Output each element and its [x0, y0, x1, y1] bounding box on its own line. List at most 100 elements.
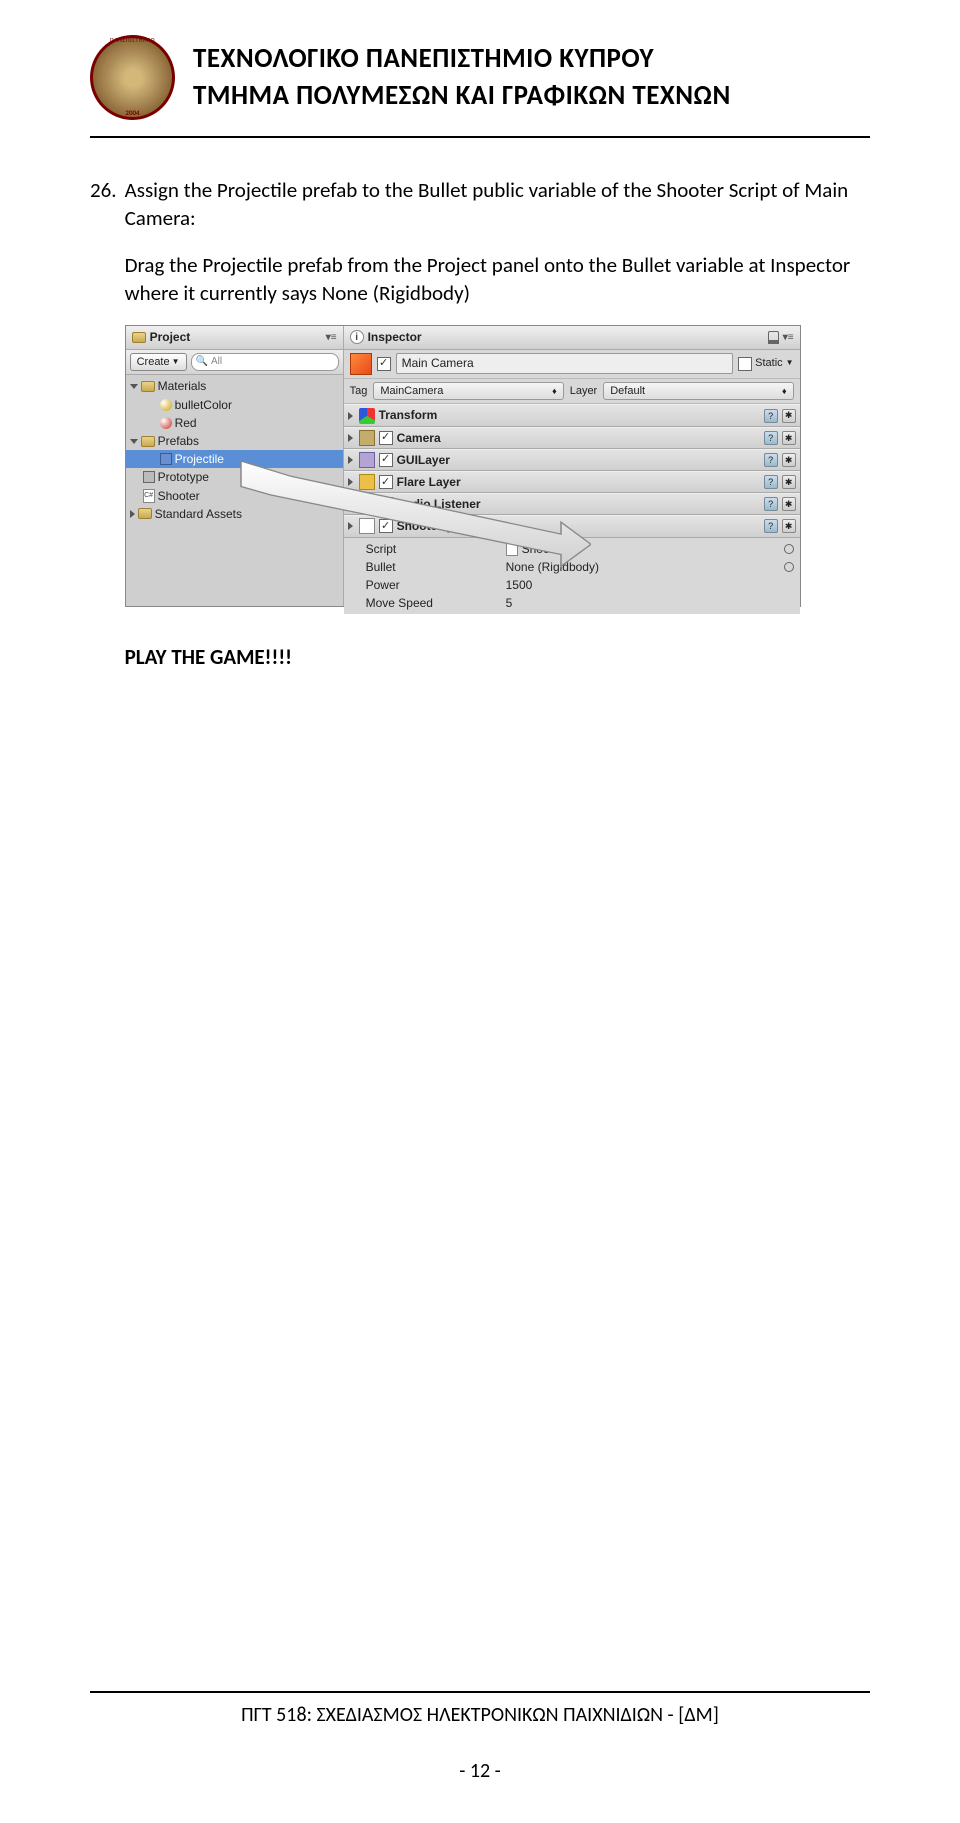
- gear-icon[interactable]: ✱: [782, 409, 796, 423]
- field-value[interactable]: Shooter: [506, 541, 794, 557]
- expand-arrow-icon[interactable]: [348, 522, 353, 530]
- expand-arrow-icon[interactable]: [348, 412, 353, 420]
- gear-icon[interactable]: ✱: [782, 453, 796, 467]
- project-search-input[interactable]: 🔍 All: [191, 353, 339, 371]
- footer-text: ΠΓΤ 518: ΣΧΕΔΙΑΣΜΟΣ ΗΛΕΚΤΡΟΝΙΚΩΝ ΠΑΙΧΝΙΔ…: [90, 1703, 870, 1727]
- tree-item-label: Projectile: [175, 451, 224, 467]
- inspector-menu-icon[interactable]: ▾≡: [783, 331, 794, 345]
- component-icon: [359, 496, 375, 512]
- folder-icon: [132, 332, 146, 343]
- gear-icon[interactable]: ✱: [782, 475, 796, 489]
- component-icon: [359, 518, 375, 534]
- material-icon: [160, 417, 172, 429]
- lock-icon[interactable]: [768, 331, 779, 344]
- field-move-speed: Move Speed5: [344, 594, 800, 612]
- tree-item-label: Shooter: [158, 488, 200, 504]
- field-value[interactable]: 5: [506, 595, 794, 611]
- tree-item-label: Materials: [158, 378, 207, 394]
- layer-dropdown[interactable]: Default♦: [603, 382, 793, 401]
- step-26: 26. Assign the Projectile prefab to the …: [90, 176, 870, 690]
- tree-item-label: Red: [175, 415, 197, 431]
- university-logo: ΠΑΝΕΠΙΣΤΗΜΙΟ 2004: [90, 35, 175, 120]
- tree-item-standard-assets[interactable]: Standard Assets: [126, 505, 343, 523]
- create-button[interactable]: Create ▼: [130, 353, 187, 372]
- script-fields: ScriptShooterBulletNone (Rigidbody)Power…: [344, 538, 800, 615]
- component-name: Camera: [397, 430, 760, 446]
- component-audio-listener[interactable]: ✓ Audio Listener? ✱: [344, 493, 800, 515]
- help-icon[interactable]: ?: [764, 519, 778, 533]
- project-tree[interactable]: Materials bulletColorRed Prefabs Projectile…: [126, 375, 343, 606]
- help-icon[interactable]: ?: [764, 475, 778, 489]
- tree-item-prototype[interactable]: Prototype: [126, 468, 343, 486]
- field-power: Power1500: [344, 576, 800, 594]
- tree-item-label: Standard Assets: [155, 506, 242, 522]
- expand-arrow-icon[interactable]: [130, 439, 138, 444]
- inspector-header: i Inspector ▾≡: [344, 326, 800, 349]
- folder-icon: [141, 436, 155, 447]
- expand-arrow-icon[interactable]: [130, 510, 135, 518]
- tree-item-label: Prefabs: [158, 433, 199, 449]
- field-script: ScriptShooter: [344, 540, 800, 558]
- tag-dropdown[interactable]: MainCamera♦: [373, 382, 563, 401]
- header-divider: [90, 136, 870, 138]
- gameobject-row: ✓ Main Camera Static ▼: [344, 350, 800, 379]
- static-checkbox[interactable]: [738, 357, 752, 371]
- folder-icon: [138, 508, 152, 519]
- step-number: 26.: [90, 176, 117, 690]
- project-title: Project: [150, 329, 191, 345]
- document-icon: [506, 542, 518, 556]
- component-enabled-checkbox[interactable]: ✓: [379, 431, 393, 445]
- component-enabled-checkbox[interactable]: ✓: [379, 497, 393, 511]
- help-icon[interactable]: ?: [764, 409, 778, 423]
- static-label: Static: [755, 356, 783, 371]
- document-header: ΠΑΝΕΠΙΣΤΗΜΙΟ 2004 ΤΕΧΝΟΛΟΓΙΚΟ ΠΑΝΕΠΙΣΤΗΜ…: [90, 35, 870, 136]
- expand-arrow-icon[interactable]: [348, 500, 353, 508]
- panel-menu-icon[interactable]: ▾≡: [326, 331, 337, 345]
- tree-item-red[interactable]: Red: [126, 414, 343, 432]
- logo-year: 2004: [125, 108, 139, 117]
- expand-arrow-icon[interactable]: [348, 434, 353, 442]
- tree-item-prefabs[interactable]: Prefabs: [126, 432, 343, 450]
- component-icon: [359, 430, 375, 446]
- search-icon: 🔍: [196, 355, 208, 369]
- component-camera[interactable]: ✓ Camera? ✱: [344, 427, 800, 449]
- component-icon: [359, 452, 375, 468]
- component-transform[interactable]: Transform?✱: [344, 404, 800, 426]
- gear-icon[interactable]: ✱: [782, 431, 796, 445]
- gear-icon[interactable]: ✱: [782, 519, 796, 533]
- help-icon[interactable]: ?: [764, 431, 778, 445]
- gameobject-enabled-checkbox[interactable]: ✓: [377, 357, 391, 371]
- gameobject-name-field[interactable]: Main Camera: [396, 353, 734, 373]
- layer-label: Layer: [570, 384, 598, 399]
- unity-screenshot: Project ▾≡ Create ▼ 🔍 All: [125, 325, 801, 607]
- component-name: Shooter (Script): [397, 518, 760, 534]
- field-bullet: BulletNone (Rigidbody): [344, 558, 800, 576]
- object-picker-icon[interactable]: [784, 544, 794, 554]
- component-shooter-script-[interactable]: ✓ Shooter (Script)? ✱: [344, 515, 800, 537]
- inspector-panel: i Inspector ▾≡ ✓ Main Camera: [344, 326, 800, 606]
- info-icon: i: [350, 330, 364, 344]
- header-line-1: ΤΕΧΝΟΛΟΓΙΚΟ ΠΑΝΕΠΙΣΤΗΜΙΟ ΚΥΠΡΟΥ: [193, 41, 731, 77]
- help-icon[interactable]: ?: [764, 453, 778, 467]
- component-flare-layer[interactable]: ✓Flare Layer?✱: [344, 471, 800, 493]
- document-footer: ΠΓΤ 518: ΣΧΕΔΙΑΣΜΟΣ ΗΛΕΚΤΡΟΝΙΚΩΝ ΠΑΙΧΝΙΔ…: [90, 1691, 870, 1783]
- expand-arrow-icon[interactable]: [130, 384, 138, 389]
- field-value[interactable]: None (Rigidbody): [506, 559, 794, 575]
- expand-arrow-icon[interactable]: [348, 478, 353, 486]
- field-value[interactable]: 1500: [506, 577, 794, 593]
- component-enabled-checkbox[interactable]: ✓: [379, 475, 393, 489]
- step-description: Drag the Projectile prefab from the Proj…: [125, 251, 870, 308]
- tree-item-bulletcolor[interactable]: bulletColor: [126, 396, 343, 414]
- object-picker-icon[interactable]: [784, 562, 794, 572]
- project-panel-header: Project ▾≡: [126, 326, 343, 349]
- component-enabled-checkbox[interactable]: ✓: [379, 519, 393, 533]
- component-guilayer[interactable]: ✓GUILayer?✱: [344, 449, 800, 471]
- component-enabled-checkbox[interactable]: ✓: [379, 453, 393, 467]
- tree-item-materials[interactable]: Materials: [126, 377, 343, 395]
- expand-arrow-icon[interactable]: [348, 456, 353, 464]
- tree-item-projectile[interactable]: Projectile: [126, 450, 343, 468]
- help-icon[interactable]: ?: [764, 497, 778, 511]
- tree-item-shooter[interactable]: C#Shooter: [126, 487, 343, 505]
- gear-icon[interactable]: ✱: [782, 497, 796, 511]
- component-name: Audio Listener: [397, 496, 760, 512]
